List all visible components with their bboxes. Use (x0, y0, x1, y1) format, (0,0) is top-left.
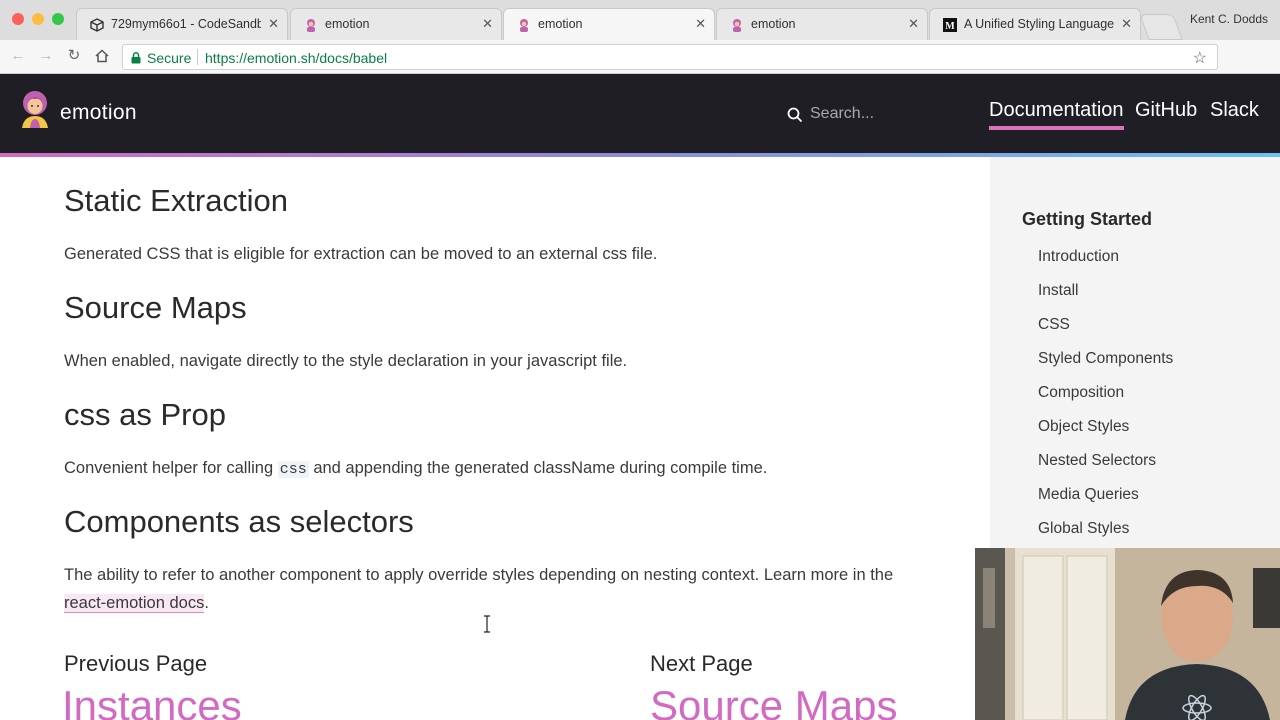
window-maximize-button[interactable] (52, 13, 64, 25)
next-page-label: Next Page (650, 651, 753, 676)
home-icon[interactable] (92, 46, 112, 66)
bookmark-star-icon[interactable]: ☆ (1193, 48, 1207, 68)
tab-label: 729mym66o1 - CodeSandbox (111, 17, 261, 31)
browser-tab-strip: 729mym66o1 - CodeSandbox ✕ emotion ✕ emo… (0, 0, 1280, 41)
new-tab-button[interactable] (1139, 14, 1183, 40)
svg-text:M: M (945, 21, 955, 32)
site-header: emotion Documentation GitHub Slack (0, 74, 1280, 154)
emotion-favicon (516, 17, 532, 33)
browser-tab[interactable]: M A Unified Styling Language ✕ (929, 8, 1141, 40)
browser-tab[interactable]: 729mym66o1 - CodeSandbox ✕ (76, 8, 288, 40)
emotion-favicon (729, 17, 745, 33)
sidebar-item-composition[interactable]: Composition (1038, 384, 1124, 402)
text-segment: The ability to refer to another componen… (64, 566, 894, 584)
sidebar-item-install[interactable]: Install (1038, 282, 1079, 300)
tab-close-icon[interactable]: ✕ (908, 16, 919, 32)
browser-tab-active[interactable]: emotion ✕ (503, 8, 715, 41)
sidebar-item-global-styles[interactable]: Global Styles (1038, 520, 1129, 538)
nav-documentation[interactable]: Documentation (989, 99, 1124, 130)
search-input[interactable] (810, 102, 970, 126)
medium-icon: M (942, 17, 958, 33)
back-icon[interactable]: ← (8, 46, 28, 66)
text-segment: Convenient helper for calling (64, 459, 278, 477)
text-cursor-icon (484, 615, 490, 633)
sidebar-item-nested-selectors[interactable]: Nested Selectors (1038, 452, 1156, 470)
tab-label: A Unified Styling Language (964, 17, 1114, 31)
section-heading: Source Maps (64, 290, 247, 325)
lock-icon (131, 51, 141, 64)
next-page-link[interactable]: Source Maps (650, 682, 897, 720)
react-emotion-docs-link[interactable]: react-emotion docs (64, 594, 205, 613)
section-text: Generated CSS that is eligible for extra… (64, 245, 658, 263)
tab-close-icon[interactable]: ✕ (1121, 16, 1132, 32)
docs-content: Static Extraction Generated CSS that is … (0, 157, 990, 720)
emotion-logo-icon[interactable] (18, 90, 52, 128)
address-bar[interactable]: Secure https://emotion.sh/docs/babel ☆ (122, 44, 1218, 70)
secure-label: Secure (147, 50, 192, 66)
sidebar-item-introduction[interactable]: Introduction (1038, 248, 1119, 266)
tab-close-icon[interactable]: ✕ (482, 16, 493, 32)
url-text[interactable]: https://emotion.sh/docs/babel (205, 50, 387, 66)
nav-github[interactable]: GitHub (1135, 99, 1197, 122)
sidebar-item-styled-components[interactable]: Styled Components (1038, 350, 1173, 368)
browser-tab[interactable]: emotion ✕ (290, 8, 502, 40)
tab-label: emotion (751, 17, 796, 31)
section-text: The ability to refer to another componen… (64, 561, 924, 617)
window-close-button[interactable] (12, 13, 24, 25)
window-minimize-button[interactable] (32, 13, 44, 25)
browser-tab[interactable]: emotion ✕ (716, 8, 928, 40)
sidebar-item-object-styles[interactable]: Object Styles (1038, 418, 1129, 436)
tab-label: emotion (325, 17, 370, 31)
tab-close-icon[interactable]: ✕ (695, 16, 706, 32)
webcam-overlay (975, 548, 1280, 720)
browser-toolbar: ← → ↻ Secure https://emotion.sh/docs/bab… (0, 40, 1280, 107)
previous-page-link[interactable]: Instances (62, 682, 242, 720)
section-heading: Static Extraction (64, 183, 288, 218)
search-icon (787, 107, 803, 123)
text-segment: . (204, 594, 209, 612)
brand-name[interactable]: emotion (60, 101, 137, 125)
section-heading: css as Prop (64, 397, 226, 432)
section-text: Convenient helper for calling css and ap… (64, 454, 924, 484)
previous-page-label: Previous Page (64, 651, 208, 676)
inline-code: css (277, 461, 309, 478)
url-separator (197, 49, 198, 65)
tab-close-icon[interactable]: ✕ (268, 16, 279, 32)
forward-icon[interactable]: → (36, 46, 56, 66)
sidebar-heading: Getting Started (1022, 209, 1153, 229)
codesandbox-icon (89, 17, 105, 33)
profile-name[interactable]: Kent C. Dodds (1190, 12, 1268, 26)
sidebar-item-css[interactable]: CSS (1038, 316, 1070, 334)
reload-icon[interactable]: ↻ (64, 46, 84, 66)
nav-slack[interactable]: Slack (1210, 99, 1259, 122)
emotion-favicon (303, 17, 319, 33)
section-heading: Components as selectors (64, 504, 414, 539)
tab-label: emotion (538, 17, 583, 31)
sidebar-item-media-queries[interactable]: Media Queries (1038, 486, 1139, 504)
text-segment: and appending the generated className du… (308, 459, 768, 477)
section-text: When enabled, navigate directly to the s… (64, 352, 628, 370)
